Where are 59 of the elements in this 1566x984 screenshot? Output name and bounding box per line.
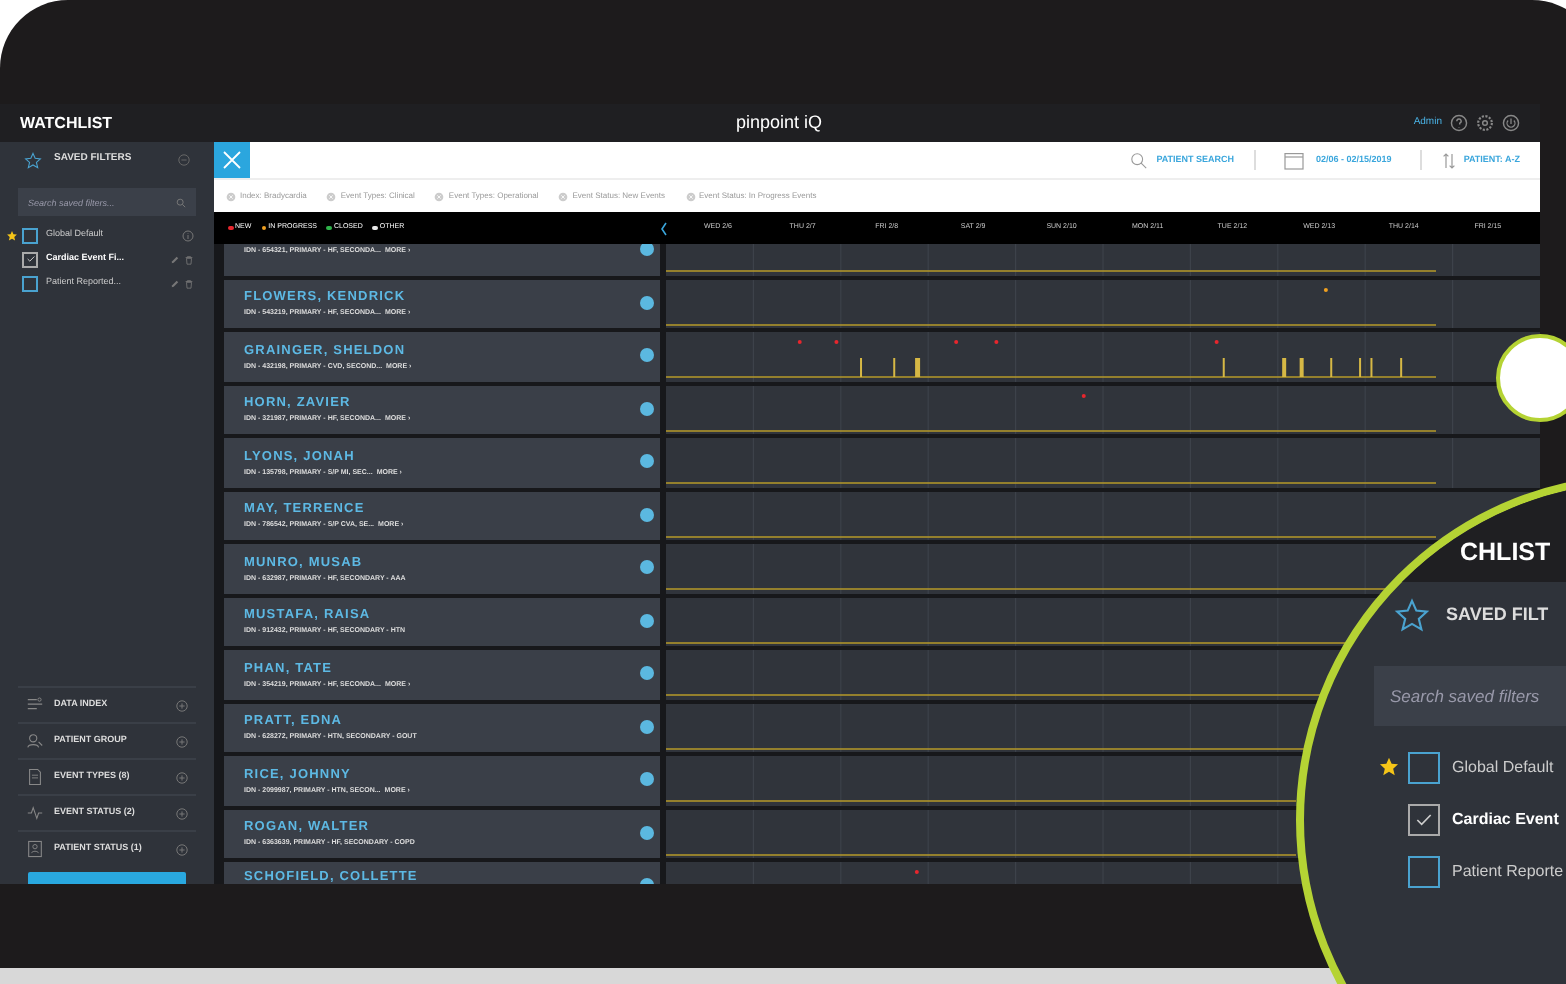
filter-name[interactable]: Global Default — [1452, 755, 1554, 779]
magnified-section-title: SAVED FILT — [1446, 602, 1549, 629]
collapse-icon[interactable] — [178, 154, 190, 166]
types-icon — [26, 768, 44, 786]
checkmark-icon — [25, 254, 35, 264]
count-badge — [640, 507, 654, 521]
checkbox[interactable] — [1408, 751, 1440, 783]
app-title: WATCHLIST — [20, 111, 113, 135]
count-badge — [640, 244, 654, 256]
power-icon[interactable] — [1502, 114, 1520, 132]
calendar-icon — [1284, 151, 1305, 169]
count-badge — [640, 825, 654, 839]
expand-icon[interactable] — [176, 699, 188, 711]
info-icon[interactable] — [182, 229, 194, 241]
count-badge — [640, 401, 654, 415]
count-badge — [640, 613, 654, 627]
star-icon — [1394, 598, 1430, 634]
previous-chevron-icon[interactable] — [660, 221, 668, 235]
count-badge — [640, 454, 654, 468]
status-icon — [26, 804, 44, 822]
magnified-search-field[interactable]: Search saved filters — [1374, 666, 1566, 726]
remove-icon[interactable] — [558, 191, 569, 201]
count-badge — [640, 666, 654, 680]
count-badge — [640, 295, 654, 309]
help-icon[interactable] — [1450, 114, 1468, 132]
remove-icon[interactable] — [685, 191, 696, 201]
checkbox[interactable] — [22, 251, 38, 267]
count-badge — [640, 719, 654, 733]
remove-icon[interactable] — [434, 191, 445, 201]
filter-name[interactable]: Patient Reporte — [1452, 859, 1564, 883]
search-icon — [1130, 151, 1149, 169]
expand-icon[interactable] — [176, 735, 188, 747]
count-badge — [640, 560, 654, 574]
patient-icon — [26, 840, 44, 858]
expand-icon[interactable] — [176, 807, 188, 819]
close-icon — [222, 150, 242, 170]
count-badge — [640, 772, 654, 786]
logo: pinpoint iQ — [736, 109, 823, 136]
magnified-title: CHLIST — [1460, 536, 1551, 571]
checkmark-icon — [1414, 809, 1434, 829]
checkbox[interactable] — [1408, 855, 1440, 887]
trash-icon[interactable] — [184, 277, 194, 289]
expand-icon[interactable] — [176, 843, 188, 855]
checkbox[interactable] — [22, 275, 38, 291]
expand-icon[interactable] — [176, 771, 188, 783]
remove-icon[interactable] — [326, 191, 337, 201]
sort-icon — [1441, 151, 1456, 169]
trash-icon[interactable] — [184, 253, 194, 265]
star-icon — [24, 151, 42, 169]
filter-name[interactable]: Cardiac Event — [1452, 807, 1559, 831]
group-icon — [26, 732, 44, 750]
search-icon[interactable] — [176, 197, 186, 207]
remove-icon[interactable] — [226, 191, 236, 201]
close-button[interactable] — [214, 142, 250, 178]
count-badge — [640, 348, 654, 362]
index-icon — [26, 696, 44, 714]
checkbox[interactable] — [1408, 803, 1440, 835]
settings-icon[interactable] — [1476, 114, 1494, 132]
checkbox[interactable] — [22, 227, 38, 243]
